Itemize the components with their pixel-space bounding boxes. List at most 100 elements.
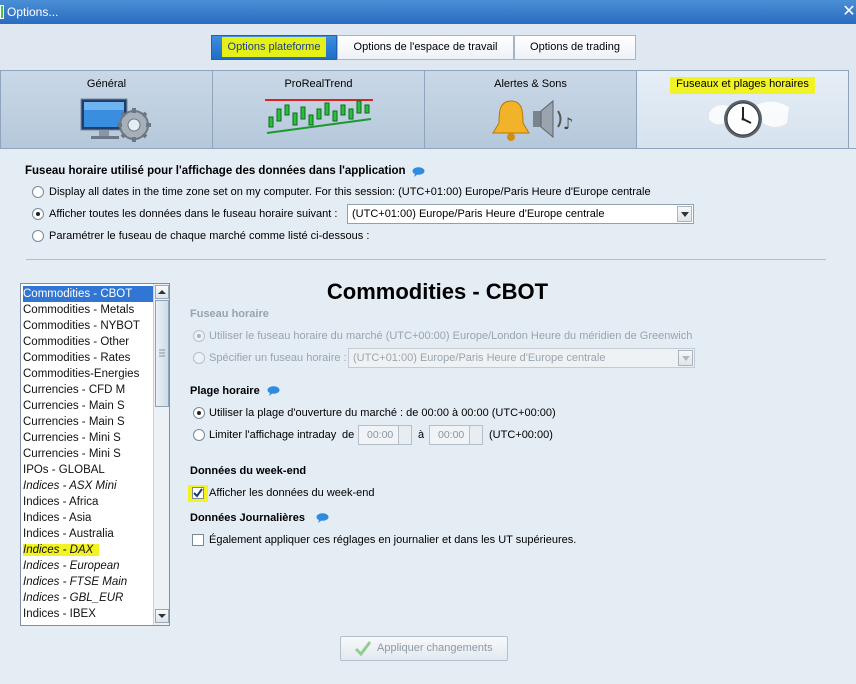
help-bubble-icon[interactable] — [267, 386, 280, 396]
checkmark-icon — [354, 641, 372, 656]
radio-fixed-timezone[interactable] — [32, 208, 44, 220]
tab-fuseaux-label: Fuseaux et plages horaires — [670, 77, 815, 94]
help-bubble-icon[interactable] — [316, 513, 329, 523]
list-item-label: Indices - Asia — [23, 512, 92, 524]
chevron-down-icon[interactable] — [678, 350, 693, 366]
world-clock-icon — [709, 100, 789, 138]
list-item-label: Commodities - Rates — [23, 352, 131, 364]
radio-limit-intraday[interactable] — [193, 429, 205, 441]
timezone-select-value: (UTC+01:00) Europe/Paris Heure d'Europe … — [352, 208, 605, 220]
list-item[interactable]: Currencies - Main S — [23, 398, 125, 414]
tab-fuseaux[interactable]: Fuseaux et plages horaires — [636, 70, 849, 149]
list-item[interactable]: Indices - GBL_EUR — [23, 590, 123, 606]
radio-market-timezone[interactable] — [193, 330, 205, 342]
list-item[interactable]: Commodities - Other — [23, 334, 129, 350]
tab-label: Options plateforme — [221, 37, 327, 57]
list-item[interactable]: Currencies - Mini S — [23, 446, 121, 462]
scroll-thumb[interactable] — [155, 300, 169, 407]
list-item-label: Indices - DAX — [23, 544, 100, 556]
list-item-label: IPOs - GLOBAL — [23, 464, 105, 476]
radio-per-market-timezone[interactable] — [32, 230, 44, 242]
list-item[interactable]: Currencies - CFD M — [23, 382, 125, 398]
tab-options-trading[interactable]: Options de trading — [514, 35, 636, 60]
list-item[interactable]: Indices - FTSE Main — [23, 574, 127, 590]
tab-general[interactable]: Général — [0, 70, 213, 149]
to-timezone-label: (UTC+00:00) — [489, 429, 553, 441]
tab-alertes-sons[interactable]: Alertes & Sons ♪ — [424, 70, 637, 149]
radio-specify-timezone-label: Spécifier un fuseau horaire : — [209, 352, 347, 364]
scroll-up-button[interactable] — [155, 285, 169, 299]
list-item-label: Currencies - CFD M — [23, 384, 126, 396]
list-item-label: Commodities - Other — [23, 336, 130, 348]
list-item-label: Currencies - Mini S — [23, 432, 121, 444]
list-item-label: Commodities-Energies — [23, 368, 140, 380]
weekend-heading: Données du week-end — [190, 465, 307, 477]
list-item[interactable]: Indices - Australia — [23, 526, 114, 542]
weekend-checkbox[interactable] — [192, 487, 204, 499]
list-item-label: Currencies - Main S — [23, 400, 125, 412]
grip-icon — [159, 349, 165, 357]
market-title: Commodities - CBOT — [326, 279, 549, 304]
list-item[interactable]: Indices - European — [23, 558, 120, 574]
tab-label: Options de l'espace de travail — [353, 41, 498, 53]
chevron-up-icon — [158, 290, 166, 294]
radio-market-timezone-label: Utiliser le fuseau horaire du marché (UT… — [209, 330, 693, 342]
checkmark-icon — [193, 488, 203, 498]
monitor-gear-icon — [80, 98, 151, 142]
list-item-label: Commodities - CBOT — [23, 288, 133, 300]
list-item-label: Indices - ASX Mini — [23, 480, 117, 492]
tab-alertes-label: Alertes & Sons — [494, 78, 567, 90]
to-time-stepper[interactable]: 00:00 — [429, 425, 483, 445]
svg-text:♪: ♪ — [563, 114, 573, 133]
from-time-stepper[interactable]: 00:00 — [358, 425, 412, 445]
list-item-label: Currencies - Mini S — [23, 448, 121, 460]
list-item[interactable]: Indices - Asia — [23, 510, 91, 526]
list-item[interactable]: Indices - DAX — [23, 542, 100, 558]
list-item[interactable]: Indices - Africa — [23, 494, 98, 510]
list-item[interactable]: Currencies - Main S — [23, 414, 125, 430]
tab-prorealtrend[interactable]: ProRealTrend — [212, 70, 425, 149]
stepper-arrows-icon[interactable] — [398, 426, 411, 444]
timezone-heading: Fuseau horaire utilisé pour l'affichage … — [25, 165, 406, 177]
tab-label: Options de trading — [530, 41, 620, 53]
list-item[interactable]: Commodities - Metals — [23, 302, 134, 318]
list-item[interactable]: Commodities - Rates — [23, 350, 130, 366]
list-item[interactable]: Commodities - CBOT — [23, 286, 153, 302]
daily-apply-checkbox[interactable] — [192, 534, 204, 546]
timezone-select[interactable]: (UTC+01:00) Europe/Paris Heure d'Europe … — [347, 204, 694, 224]
tab-general-label: Général — [86, 78, 127, 90]
list-item[interactable]: Indices - IBEX — [23, 606, 96, 622]
plage-heading: Plage horaire — [190, 385, 260, 397]
from-label: de — [342, 429, 355, 441]
stepper-arrows-icon[interactable] — [469, 426, 482, 444]
weekend-checkbox-label: Afficher les données du week-end — [209, 487, 375, 499]
apply-changes-button[interactable]: Appliquer changements — [340, 636, 508, 661]
list-item[interactable]: Commodities-Energies — [23, 366, 139, 382]
scroll-down-button[interactable] — [155, 609, 169, 623]
list-scrollbar[interactable] — [153, 284, 169, 625]
help-bubble-icon[interactable] — [412, 167, 425, 177]
fuseau-heading: Fuseau horaire — [190, 308, 269, 320]
market-list[interactable]: Commodities - CBOT Commodities - Metals Co… — [20, 283, 170, 626]
radio-specify-timezone[interactable] — [193, 352, 205, 364]
close-icon[interactable]: ✕ — [842, 2, 856, 22]
chevron-down-icon[interactable] — [677, 206, 692, 222]
radio-market-hours-label: Utiliser la plage d'ouverture du marché … — [209, 407, 556, 419]
tab-options-espace-travail[interactable]: Options de l'espace de travail — [337, 35, 514, 60]
list-item[interactable]: Indices - ASX Mini — [23, 478, 117, 494]
list-item-label: Indices - FTSE Main — [23, 576, 128, 588]
bell-speaker-icon: ♪ — [492, 99, 573, 141]
journalieres-heading: Données Journalières — [190, 512, 305, 524]
list-item[interactable]: Commodities - NYBOT — [23, 318, 140, 334]
list-item[interactable]: Currencies - Mini S — [23, 430, 121, 446]
radio-computer-timezone[interactable] — [32, 186, 44, 198]
market-timezone-select[interactable]: (UTC+01:00) Europe/Paris Heure d'Europe … — [348, 348, 695, 368]
list-item[interactable]: IPOs - GLOBAL — [23, 462, 105, 478]
divider — [26, 259, 826, 260]
list-item-label: Indices - European — [23, 560, 120, 572]
list-item-label: Commodities - NYBOT — [23, 320, 140, 332]
radio-fixed-timezone-label: Afficher toutes les données dans le fuse… — [49, 208, 338, 220]
radio-computer-timezone-label: Display all dates in the time zone set o… — [49, 186, 651, 198]
tab-options-plateforme[interactable]: Options plateforme — [211, 35, 337, 60]
radio-market-hours[interactable] — [193, 407, 205, 419]
